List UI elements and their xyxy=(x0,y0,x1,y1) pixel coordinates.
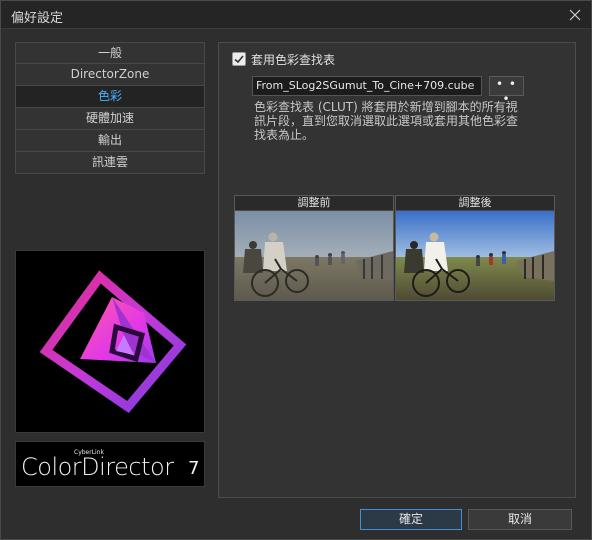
lut-file-field[interactable]: From_SLog2SGumut_To_Cine+709.cube xyxy=(252,76,482,96)
product-name: ColorDirector xyxy=(21,453,174,481)
product-logo xyxy=(15,250,205,433)
settings-nav: 一般 DirectorZone 色彩 硬體加速 輸出 訊連雲 xyxy=(15,42,205,174)
nav-item-directorzone[interactable]: DirectorZone xyxy=(15,64,205,86)
nav-item-general[interactable]: 一般 xyxy=(15,42,205,64)
nav-item-color[interactable]: 色彩 xyxy=(15,86,205,108)
nav-item-hardware-acceleration[interactable]: 硬體加速 xyxy=(15,108,205,130)
before-image xyxy=(235,211,393,300)
ok-button[interactable]: 確定 xyxy=(360,509,462,530)
apply-lut-label: 套用色彩查找表 xyxy=(251,53,336,67)
after-label: 調整後 xyxy=(396,196,554,211)
after-preview: 調整後 xyxy=(395,195,555,301)
dialog-title: 偏好設定 xyxy=(11,11,64,26)
nav-item-cyberlink-cloud[interactable]: 訊連雲 xyxy=(15,152,205,174)
lut-description: 色彩查找表 (CLUT) 將套用於新增到腳本的所有視訊片段，直到您取消選取此選項… xyxy=(254,100,519,142)
browse-lut-button[interactable]: • • • xyxy=(489,76,524,106)
before-label: 調整前 xyxy=(235,196,393,211)
cancel-button[interactable]: 取消 xyxy=(468,509,572,530)
apply-lut-checkbox[interactable] xyxy=(232,52,246,66)
product-brand: CyberLink ColorDirector 7 xyxy=(15,441,205,487)
nav-item-output[interactable]: 輸出 xyxy=(15,130,205,152)
before-preview: 調整前 xyxy=(234,195,394,301)
title-bar: 偏好設定 xyxy=(1,1,591,29)
after-image xyxy=(396,211,554,300)
product-version: 7 xyxy=(188,458,200,479)
close-icon[interactable] xyxy=(565,5,585,25)
